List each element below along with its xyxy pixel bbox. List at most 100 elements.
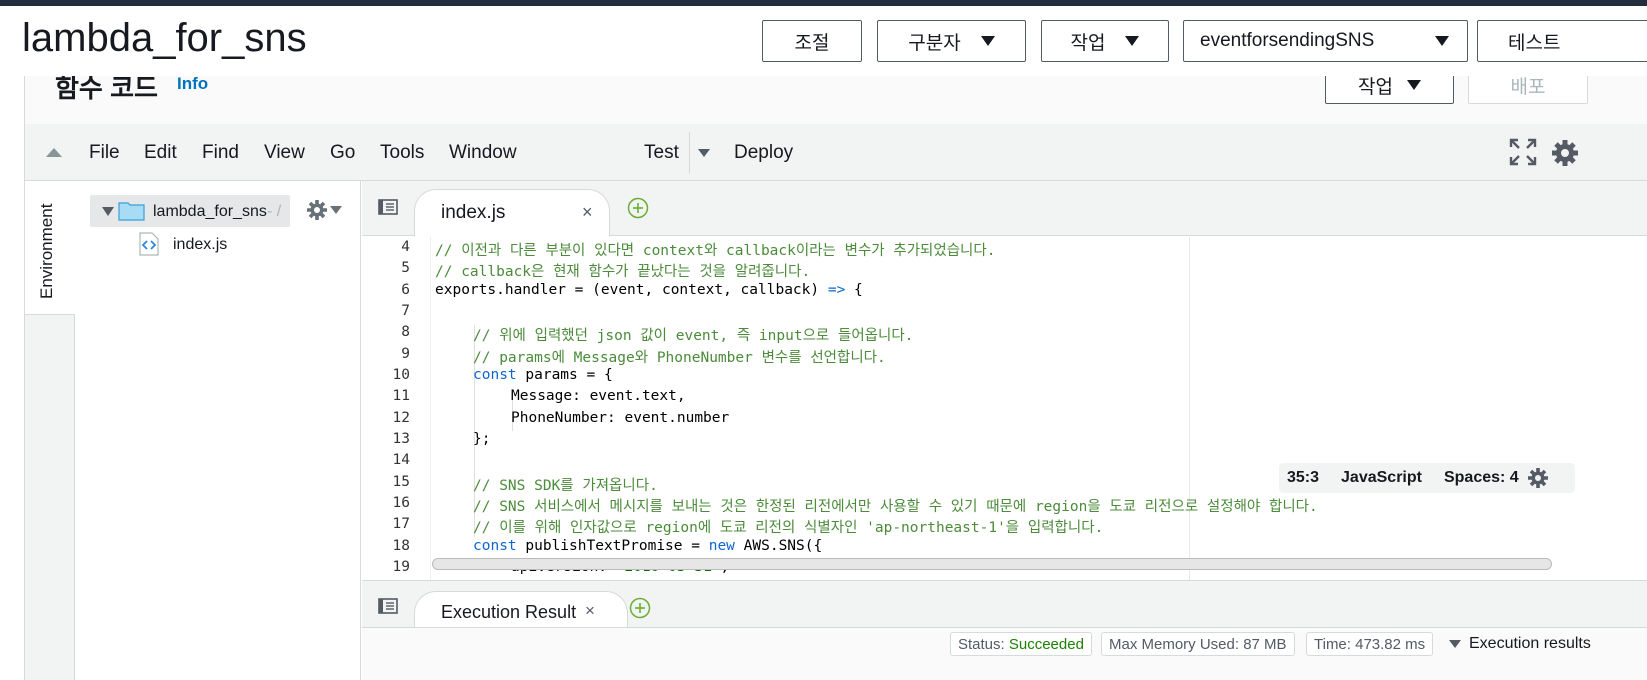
code-line-12: PhoneNumber: event.number xyxy=(511,410,730,426)
code-token: publishTextPromise = xyxy=(516,538,709,554)
editor-status-bar: 35:3 JavaScript Spaces: 4 xyxy=(1279,463,1575,493)
code-token: => xyxy=(827,282,846,298)
tree-file-item[interactable]: index.js xyxy=(138,232,298,256)
add-tab-icon[interactable] xyxy=(629,597,651,619)
editor-tabbar: index.js × xyxy=(362,181,1647,237)
tab-list-icon[interactable] xyxy=(378,199,398,215)
chevron-down-icon xyxy=(980,36,995,46)
caret-down-icon[interactable] xyxy=(102,207,114,216)
ide-menubar: File Edit Find View Go Tools Window Test… xyxy=(25,124,1647,181)
tab-label: Execution Result xyxy=(441,602,577,622)
tree-settings-button[interactable] xyxy=(306,199,342,221)
tab-environment[interactable]: Environment xyxy=(25,181,75,315)
menu-find[interactable]: Find xyxy=(202,142,239,164)
code-editor-ide: File Edit Find View Go Tools Window Test… xyxy=(24,124,1647,680)
line-number: 7 xyxy=(401,303,410,319)
line-number: 11 xyxy=(392,388,410,404)
execution-results-toggle[interactable]: Execution results xyxy=(1449,635,1591,653)
line-number: 10 xyxy=(392,367,410,383)
function-header: lambda_for_sns 조절 구분자 작업 eventforsending… xyxy=(0,6,1647,76)
menu-edit[interactable]: Edit xyxy=(144,142,177,164)
line-gutter: 4 5 6 7 8 9 10 11 12 13 14 15 16 17 18 1… xyxy=(362,237,430,580)
code-token: const xyxy=(473,367,517,383)
status-value: Succeeded xyxy=(1008,636,1084,653)
line-number: 8 xyxy=(401,324,410,340)
menu-window[interactable]: Window xyxy=(449,142,517,164)
adjust-button[interactable]: 조절 xyxy=(762,20,862,62)
code-line-6: exports.handler = (event, context, callb… xyxy=(435,282,863,298)
menu-tools[interactable]: Tools xyxy=(380,142,424,164)
editor-pane: index.js × 4 5 6 7 8 9 10 11 12 13 14 15… xyxy=(362,181,1647,580)
line-number: 19 xyxy=(392,559,410,575)
chevron-down-icon xyxy=(1406,80,1421,90)
gear-icon[interactable] xyxy=(1550,138,1580,168)
menu-view[interactable]: View xyxy=(264,142,305,164)
collapse-icon[interactable] xyxy=(46,148,62,157)
cursor-position: 35:3 xyxy=(1287,469,1320,486)
menu-divider xyxy=(689,132,690,174)
execution-summary: Status: Succeeded Max Memory Used: 87 MB… xyxy=(362,628,1647,680)
time-badge: Time: 473.82 ms xyxy=(1306,632,1434,656)
code-token: AWS.SNS({ xyxy=(734,538,823,554)
line-number: 16 xyxy=(392,495,410,511)
close-icon[interactable]: × xyxy=(582,202,593,223)
add-tab-icon[interactable] xyxy=(627,197,649,219)
code-line-15: // SNS SDK를 가져옵니다. xyxy=(473,478,658,494)
code-token: params = { xyxy=(516,367,613,383)
code-line-16: // SNS 서비스에서 메시지를 보내는 것은 한정된 리전에서만 사용할 수… xyxy=(473,499,1318,515)
print-margin xyxy=(1189,237,1190,580)
line-number: 18 xyxy=(392,538,410,554)
code-token: const xyxy=(473,538,517,554)
info-link[interactable]: Info xyxy=(177,74,208,94)
close-icon[interactable]: × xyxy=(585,601,595,621)
line-number: 12 xyxy=(392,410,410,426)
environment-label: Environment xyxy=(37,203,56,299)
test-event-select[interactable]: eventforsendingSNS xyxy=(1183,20,1468,62)
code-line-10: const params = { xyxy=(473,367,613,383)
tab-list-icon[interactable] xyxy=(378,598,398,614)
line-number: 17 xyxy=(392,516,410,532)
code-area[interactable]: 4 5 6 7 8 9 10 11 12 13 14 15 16 17 18 1… xyxy=(362,237,1647,580)
js-file-icon xyxy=(139,232,159,256)
chevron-down-icon xyxy=(1435,36,1449,46)
gear-icon[interactable] xyxy=(1527,467,1549,489)
test-dropdown-icon[interactable] xyxy=(698,149,710,157)
indent-setting[interactable]: Spaces: 4 xyxy=(1444,469,1519,487)
qualifier-dropdown[interactable]: 구분자 xyxy=(877,20,1026,62)
horizontal-scrollbar[interactable] xyxy=(432,558,1552,570)
tab-label: index.js xyxy=(441,202,506,223)
menu-test[interactable]: Test xyxy=(644,142,679,164)
code-line-17: // 이를 위해 인자값으로 region에 도쿄 리전의 식별자인 'ap-n… xyxy=(473,520,1104,536)
tab-index-js[interactable]: index.js × xyxy=(414,189,610,237)
test-button[interactable]: 테스트 xyxy=(1477,20,1647,62)
bottom-panel: Execution Result × Status: Succeeded Max… xyxy=(362,580,1647,680)
menu-file[interactable]: File xyxy=(89,142,120,164)
root-folder-path: - / xyxy=(267,203,282,220)
code-line-18: const publishTextPromise = new AWS.SNS({ xyxy=(473,538,822,554)
code-line-8: // 위에 입력했던 json 값이 event, 즉 input으로 들어옵니… xyxy=(473,328,914,344)
code-line-5: // callback은 현재 함수가 끝났다는 것을 알려줍니다. xyxy=(435,264,811,280)
tab-execution-result[interactable]: Execution Result × xyxy=(414,591,628,627)
actions-label: 작업 xyxy=(1070,32,1106,54)
actions-dropdown[interactable]: 작업 xyxy=(1041,20,1169,62)
status-badge: Status: Succeeded xyxy=(950,632,1092,656)
side-tab-strip: Environment xyxy=(25,181,75,680)
test-event-value: eventforsendingSNS xyxy=(1200,30,1375,51)
menu-deploy[interactable]: Deploy xyxy=(734,142,793,164)
test-label: 테스트 xyxy=(1508,32,1561,54)
chevron-down-icon xyxy=(330,206,342,214)
page-title: lambda_for_sns xyxy=(22,16,307,60)
language-mode[interactable]: JavaScript xyxy=(1341,469,1422,487)
code-token: { xyxy=(845,282,863,298)
memory-badge: Max Memory Used: 87 MB xyxy=(1101,632,1295,656)
chevron-down-icon xyxy=(1125,36,1140,46)
line-number: 6 xyxy=(401,282,410,298)
fullscreen-icon[interactable] xyxy=(1509,138,1537,166)
file-label: index.js xyxy=(173,236,228,253)
line-number: 14 xyxy=(392,452,410,468)
menu-go[interactable]: Go xyxy=(330,142,355,164)
line-number: 13 xyxy=(392,431,410,447)
tree-root-folder[interactable]: lambda_for_sns - / xyxy=(90,195,290,227)
code-line-4: // 이전과 다른 부분이 있다면 context와 callback이라는 변… xyxy=(435,243,996,259)
qualifier-label: 구분자 xyxy=(908,32,961,54)
